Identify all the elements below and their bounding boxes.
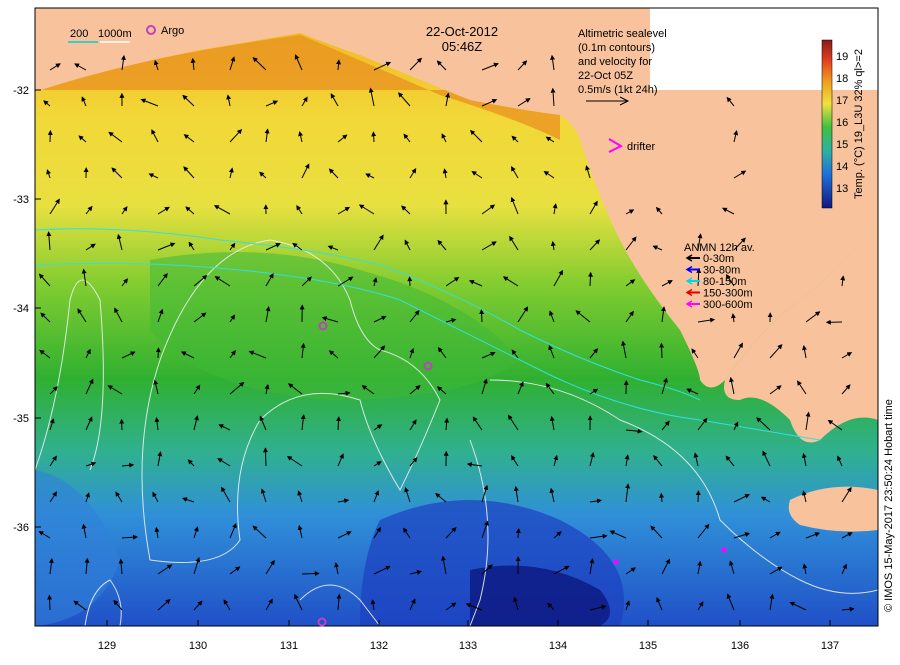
x-tick-label: 130	[189, 640, 207, 652]
velocity-arrow	[518, 529, 519, 538]
colorbar-scale	[822, 40, 832, 208]
scale-label-200: 200	[70, 28, 88, 40]
credit-text: © IMOS 15-May-2017 23:50:24 Hobart time	[883, 399, 895, 612]
map-time: 05:46Z	[442, 39, 483, 54]
plot-area	[35, 8, 878, 626]
colorbar-tick-label: 16	[836, 117, 848, 129]
anmn-legend-label: 0-30m	[703, 253, 734, 265]
drifter-marker	[722, 548, 727, 553]
y-tick-label: -33	[13, 194, 29, 206]
anmn-legend-label: 150-300m	[703, 288, 753, 300]
colorbar-tick-label: 15	[836, 139, 848, 151]
y-tick-label: -32	[13, 85, 29, 97]
anmn-legend-label: 80-150m	[703, 276, 746, 288]
altimetry-line-2: (0.1m contours)	[578, 42, 655, 54]
velocity-arrow	[158, 348, 159, 358]
drifter-marker	[614, 560, 619, 565]
colorbar-title: Temp. (°C) 19_L3U 32% ql>=2	[853, 49, 865, 199]
x-tick-label: 135	[639, 640, 657, 652]
sst-map-figure: 200 1000m Argo 22-Oct-2012 05:46Z Altime…	[0, 0, 900, 660]
x-tick-label: 136	[731, 640, 749, 652]
y-tick-label: -36	[13, 522, 29, 534]
colorbar-tick-label: 18	[836, 73, 848, 85]
x-tick-label: 129	[98, 640, 116, 652]
velocity-arrow	[590, 273, 591, 286]
velocity-arrow	[49, 596, 50, 611]
x-tick-label: 131	[280, 640, 298, 652]
x-tick-label: 137	[821, 640, 839, 652]
anmn-legend-label: 30-80m	[703, 265, 740, 277]
y-tick-label: -34	[13, 303, 29, 315]
velocity-arrow	[373, 132, 374, 142]
map-date: 22-Oct-2012	[426, 24, 498, 39]
velocity-arrow	[661, 344, 662, 358]
drifter-legend-label: drifter	[627, 141, 655, 153]
velocity-arrow	[302, 573, 319, 574]
colorbar-tick-label: 19	[836, 51, 848, 63]
velocity-arrow	[265, 448, 266, 466]
speed-scale-label: 0.5m/s (1kt 24h)	[578, 84, 657, 96]
x-tick-label: 134	[549, 640, 567, 652]
colorbar-tick-label: 14	[836, 161, 848, 173]
altimetry-line-1: Altimetric sealevel	[578, 28, 667, 40]
anmn-legend-label: 300-600m	[703, 299, 753, 311]
altimetry-line-3: and velocity for	[578, 56, 652, 68]
velocity-arrow	[481, 310, 482, 322]
scale-label-1000: 1000m	[98, 28, 132, 40]
colorbar-tick-label: 13	[836, 183, 848, 195]
y-tick-label: -35	[13, 413, 29, 425]
argo-legend-label: Argo	[161, 25, 184, 37]
altimetry-line-4: 22-Oct 05Z	[578, 70, 633, 82]
colorbar-tick-label: 17	[836, 95, 848, 107]
x-tick-label: 132	[370, 640, 388, 652]
x-tick-label: 133	[459, 640, 477, 652]
